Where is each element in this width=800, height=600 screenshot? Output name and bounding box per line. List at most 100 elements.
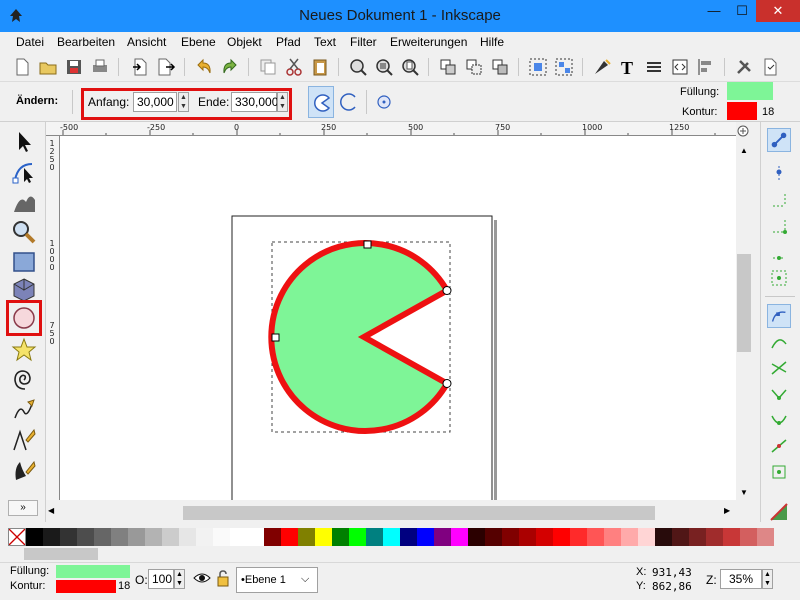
color-swatch[interactable] xyxy=(43,528,60,546)
color-swatch[interactable] xyxy=(468,528,485,546)
no-paint-swatch[interactable] xyxy=(8,528,26,546)
paste-icon[interactable] xyxy=(310,57,330,77)
menu-ebene[interactable]: Ebene xyxy=(181,35,216,49)
scroll-right-arrow[interactable]: ▶ xyxy=(724,506,734,515)
color-swatch[interactable] xyxy=(383,528,400,546)
zoom-stepper[interactable]: ▲ ▼ xyxy=(762,569,773,589)
color-swatch[interactable] xyxy=(451,528,468,546)
color-swatch[interactable] xyxy=(298,528,315,546)
fill-stroke-icon[interactable] xyxy=(592,57,612,77)
document-properties-icon[interactable] xyxy=(760,57,780,77)
color-swatch[interactable] xyxy=(638,528,655,546)
color-swatch[interactable] xyxy=(604,528,621,546)
scroll-down-arrow[interactable]: ▼ xyxy=(739,488,749,498)
palette-scroll-thumb[interactable] xyxy=(24,548,98,560)
color-swatch[interactable] xyxy=(587,528,604,546)
color-swatch[interactable] xyxy=(264,528,281,546)
color-swatch[interactable] xyxy=(247,528,264,546)
spiral-tool-icon[interactable] xyxy=(10,366,38,394)
tweak-tool-icon[interactable] xyxy=(10,188,38,216)
color-swatch[interactable] xyxy=(349,528,366,546)
print-icon[interactable] xyxy=(90,57,110,77)
color-swatch[interactable] xyxy=(315,528,332,546)
clone-icon[interactable] xyxy=(464,57,484,77)
color-swatch[interactable] xyxy=(434,528,451,546)
xml-editor-icon[interactable] xyxy=(670,57,690,77)
snap-bbox-midpoints-icon[interactable] xyxy=(767,240,791,264)
snap-bbox-centers-icon[interactable] xyxy=(767,266,791,290)
star-tool-icon[interactable] xyxy=(10,336,38,364)
stroke-indicator-swatch[interactable] xyxy=(727,102,757,120)
zoom-tool-icon[interactable] xyxy=(10,218,38,246)
opacity-input[interactable]: 100 xyxy=(148,569,174,589)
scroll-left-arrow[interactable]: ◀ xyxy=(48,506,58,515)
export-icon[interactable] xyxy=(156,57,176,77)
color-swatch[interactable] xyxy=(740,528,757,546)
ungroup-icon[interactable] xyxy=(554,57,574,77)
radius-handle-left[interactable] xyxy=(271,333,280,342)
color-swatch[interactable] xyxy=(400,528,417,546)
color-swatch[interactable] xyxy=(417,528,434,546)
snap-paths-icon[interactable] xyxy=(767,330,791,354)
snap-nodes-icon[interactable] xyxy=(767,304,791,328)
horizontal-scrollbar[interactable]: ◀ ▶ xyxy=(46,502,736,522)
snap-centers-icon[interactable] xyxy=(767,460,791,484)
color-swatch[interactable] xyxy=(281,528,298,546)
color-swatch[interactable] xyxy=(723,528,740,546)
end-angle-handle[interactable] xyxy=(442,379,452,388)
align-distribute-icon[interactable] xyxy=(696,57,716,77)
snap-page-icon[interactable] xyxy=(767,500,791,524)
group-icon[interactable] xyxy=(528,57,548,77)
palette-scrollbar[interactable] xyxy=(8,548,784,560)
snap-bbox-corners-icon[interactable] xyxy=(767,214,791,238)
color-swatch[interactable] xyxy=(519,528,536,546)
redo-icon[interactable] xyxy=(220,57,240,77)
layers-icon[interactable] xyxy=(644,57,664,77)
color-swatch[interactable] xyxy=(128,528,145,546)
end-angle-stepper[interactable]: ▲ ▼ xyxy=(277,92,288,112)
color-swatch[interactable] xyxy=(485,528,502,546)
ellipse-tool-icon[interactable] xyxy=(10,304,38,332)
color-swatch[interactable] xyxy=(213,528,230,546)
maximize-button[interactable]: ☐ xyxy=(728,0,756,22)
layer-visibility-eye-icon[interactable] xyxy=(193,571,211,585)
drawing-canvas[interactable] xyxy=(60,136,736,500)
arc-open-icon[interactable] xyxy=(338,92,358,112)
import-icon[interactable] xyxy=(130,57,150,77)
color-swatch[interactable] xyxy=(332,528,349,546)
cut-icon[interactable] xyxy=(284,57,304,77)
color-swatch[interactable] xyxy=(706,528,723,546)
undo-icon[interactable] xyxy=(194,57,214,77)
scroll-up-arrow[interactable]: ▲ xyxy=(739,146,749,156)
color-swatch[interactable] xyxy=(655,528,672,546)
zoom-page-icon[interactable] xyxy=(400,57,420,77)
preferences-icon[interactable] xyxy=(734,57,754,77)
start-angle-stepper[interactable]: ▲ ▼ xyxy=(178,92,189,112)
switch-to-segment-button[interactable] xyxy=(308,86,334,118)
color-swatch[interactable] xyxy=(757,528,774,546)
color-swatch[interactable] xyxy=(26,528,43,546)
start-angle-input[interactable]: 30,000 xyxy=(133,92,177,112)
color-swatch[interactable] xyxy=(60,528,77,546)
snap-bbox-icon[interactable] xyxy=(767,162,791,186)
color-swatch[interactable] xyxy=(553,528,570,546)
text-font-icon[interactable]: T xyxy=(618,57,638,77)
menu-objekt[interactable]: Objekt xyxy=(227,35,262,49)
color-swatch[interactable] xyxy=(162,528,179,546)
menu-erweiterungen[interactable]: Erweiterungen xyxy=(390,35,467,49)
minimize-button[interactable]: — xyxy=(700,0,728,22)
duplicate-icon[interactable] xyxy=(438,57,458,77)
node-tool-icon[interactable] xyxy=(10,158,38,186)
color-swatch[interactable] xyxy=(366,528,383,546)
color-swatch[interactable] xyxy=(689,528,706,546)
menu-hilfe[interactable]: Hilfe xyxy=(480,35,504,49)
snap-toggle-icon[interactable] xyxy=(767,128,791,152)
pen-tool-icon[interactable] xyxy=(10,426,38,454)
menu-ansicht[interactable]: Ansicht xyxy=(127,35,166,49)
status-stroke-swatch[interactable] xyxy=(56,580,116,593)
fill-indicator-swatch[interactable] xyxy=(727,82,773,100)
opacity-stepper[interactable]: ▲ ▼ xyxy=(174,569,185,589)
menu-text[interactable]: Text xyxy=(314,35,336,49)
color-swatch[interactable] xyxy=(570,528,587,546)
more-tools-button[interactable]: » xyxy=(8,500,38,516)
